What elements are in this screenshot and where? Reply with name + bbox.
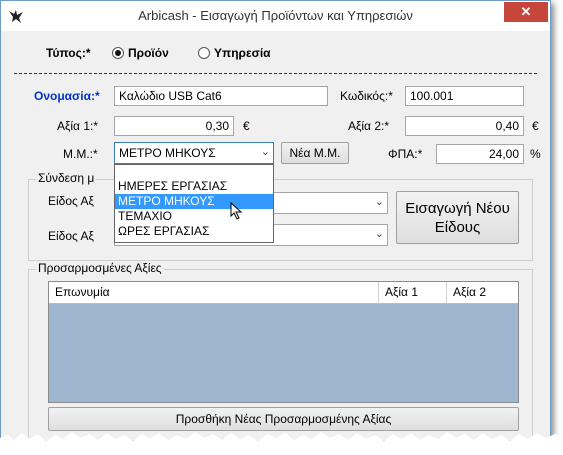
type2-label: Είδος Αξ — [48, 229, 94, 243]
value1-label: Αξία 1:* — [57, 119, 98, 133]
value2-label: Αξία 2:* — [348, 119, 389, 133]
vat-field[interactable]: 24,00 — [436, 144, 524, 164]
link-group-title: Σύνδεση μ — [36, 171, 97, 185]
column-header-value1[interactable]: Αξία 1 — [379, 282, 447, 303]
window-title: Arbicash - Εισαγωγή Προϊόντων και Υπηρεσ… — [138, 8, 413, 23]
title-bar[interactable]: Arbicash - Εισαγωγή Προϊόντων και Υπηρεσ… — [1, 1, 550, 31]
radio-service[interactable] — [198, 47, 210, 59]
code-field[interactable]: 100.001 — [405, 86, 524, 106]
chevron-down-icon[interactable]: ⌄ — [261, 145, 270, 158]
value1-currency: € — [243, 119, 250, 133]
custom-values-title: Προσαρμοσμένες Αξίες — [36, 261, 164, 275]
name-field[interactable]: Καλώδιο USB Cat6 — [114, 86, 328, 106]
separator — [14, 73, 537, 74]
dropdown-option[interactable]: ΤΕΜΑΧΙΟ — [115, 209, 273, 224]
value2-currency: € — [532, 119, 539, 133]
radio-service-label[interactable]: Υπηρεσία — [214, 46, 271, 60]
new-type-button[interactable]: Εισαγωγή Νέου Είδους — [396, 191, 519, 244]
dropdown-option[interactable]: ΗΜΕΡΕΣ ΕΡΓΑΣΙΑΣ — [115, 179, 273, 194]
table-header: Επωνυμία Αξία 1 Αξία 2 — [49, 282, 518, 304]
code-label: Κωδικός:* — [340, 89, 393, 103]
column-header-value2[interactable]: Αξία 2 — [447, 282, 518, 303]
unit-value: ΜΕΤΡΟ ΜΗΚΟΥΣ — [119, 146, 216, 160]
column-header-name[interactable]: Επωνυμία — [49, 282, 379, 303]
close-button[interactable]: ✕ — [504, 2, 548, 22]
vat-label: ΦΠΑ:* — [388, 147, 423, 161]
type-label: Τύπος:* — [46, 46, 91, 60]
form-body: Τύπος:* Προϊόν Υπηρεσία Ονομασία:* Καλώδ… — [8, 31, 543, 441]
name-label: Ονομασία:* — [34, 89, 100, 103]
new-unit-button[interactable]: Νέα Μ.Μ. — [281, 142, 349, 164]
chevron-down-icon[interactable]: ⌄ — [375, 195, 384, 208]
main-window: Arbicash - Εισαγωγή Προϊόντων και Υπηρεσ… — [0, 0, 551, 441]
dropdown-option[interactable]: ΩΡΕΣ ΕΡΓΑΣΙΑΣ — [115, 224, 273, 239]
unit-label: Μ.Μ.:* — [63, 147, 98, 161]
unit-combobox[interactable]: ΜΕΤΡΟ ΜΗΚΟΥΣ ⌄ — [114, 142, 274, 164]
new-type-button-line1: Εισαγωγή Νέου — [405, 200, 510, 217]
dropdown-option-selected[interactable]: ΜΕΤΡΟ ΜΗΚΟΥΣ — [115, 194, 273, 209]
custom-values-table[interactable]: Επωνυμία Αξία 1 Αξία 2 — [48, 281, 519, 403]
torn-edge — [0, 432, 563, 455]
chevron-down-icon[interactable]: ⌄ — [375, 227, 384, 240]
new-type-button-line2: Είδους — [434, 219, 481, 236]
mouse-cursor-icon — [230, 202, 243, 220]
radio-product-label[interactable]: Προϊόν — [128, 46, 169, 60]
type1-label: Είδος Αξ — [48, 194, 94, 208]
radio-product[interactable] — [112, 47, 124, 59]
unit-dropdown-list[interactable]: ΗΜΕΡΕΣ ΕΡΓΑΣΙΑΣ ΜΕΤΡΟ ΜΗΚΟΥΣ ΤΕΜΑΧΙΟ ΩΡΕ… — [114, 164, 274, 243]
value2-field[interactable]: 0,40 — [405, 116, 524, 136]
vat-unit: % — [530, 147, 541, 161]
value1-field[interactable]: 0,30 — [114, 116, 234, 136]
